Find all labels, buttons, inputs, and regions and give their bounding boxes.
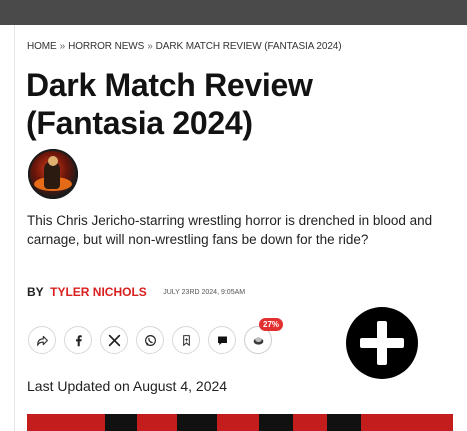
byline: BY TYLER NICHOLS JULY 23RD 2024, 9:05AM: [27, 283, 245, 301]
hero-letter-shape: [177, 414, 217, 431]
breadcrumb-separator: »: [147, 41, 153, 52]
by-label: BY: [27, 285, 44, 299]
breadcrumb-current: DARK MATCH REVIEW (FANTASIA 2024): [155, 41, 342, 52]
breadcrumb-home[interactable]: HOME: [27, 41, 57, 52]
avatar-head: [48, 156, 58, 166]
hero-image: [27, 414, 453, 431]
x-icon[interactable]: [100, 326, 128, 354]
add-button[interactable]: [346, 307, 418, 379]
author-avatar[interactable]: [28, 149, 78, 199]
author-link[interactable]: TYLER NICHOLS: [50, 285, 147, 299]
breadcrumb-separator: »: [59, 41, 66, 52]
facebook-icon[interactable]: [64, 326, 92, 354]
page-title: Dark Match Review (Fantasia 2024): [26, 67, 313, 141]
breadcrumb-section[interactable]: HORROR NEWS: [68, 41, 144, 52]
comment-icon[interactable]: [208, 326, 236, 354]
hero-letter-shape: [327, 414, 361, 431]
article-summary: This Chris Jericho-starring wrestling ho…: [27, 213, 433, 247]
share-icon[interactable]: [28, 326, 56, 354]
breadcrumb: HOME» HORROR NEWS» DARK MATCH REVIEW (FANT…: [27, 41, 342, 52]
hero-letter-shape: [259, 414, 293, 431]
top-bar: [0, 0, 467, 25]
bookmark-icon[interactable]: [172, 326, 200, 354]
last-updated: Last Updated on August 4, 2024: [27, 378, 228, 394]
plus-icon: [377, 321, 387, 365]
reaction-badge: 27%: [259, 318, 284, 331]
publish-date: JULY 23RD 2024, 9:05AM: [163, 289, 246, 296]
hero-letter-shape: [105, 414, 137, 431]
whatsapp-icon[interactable]: [136, 326, 164, 354]
